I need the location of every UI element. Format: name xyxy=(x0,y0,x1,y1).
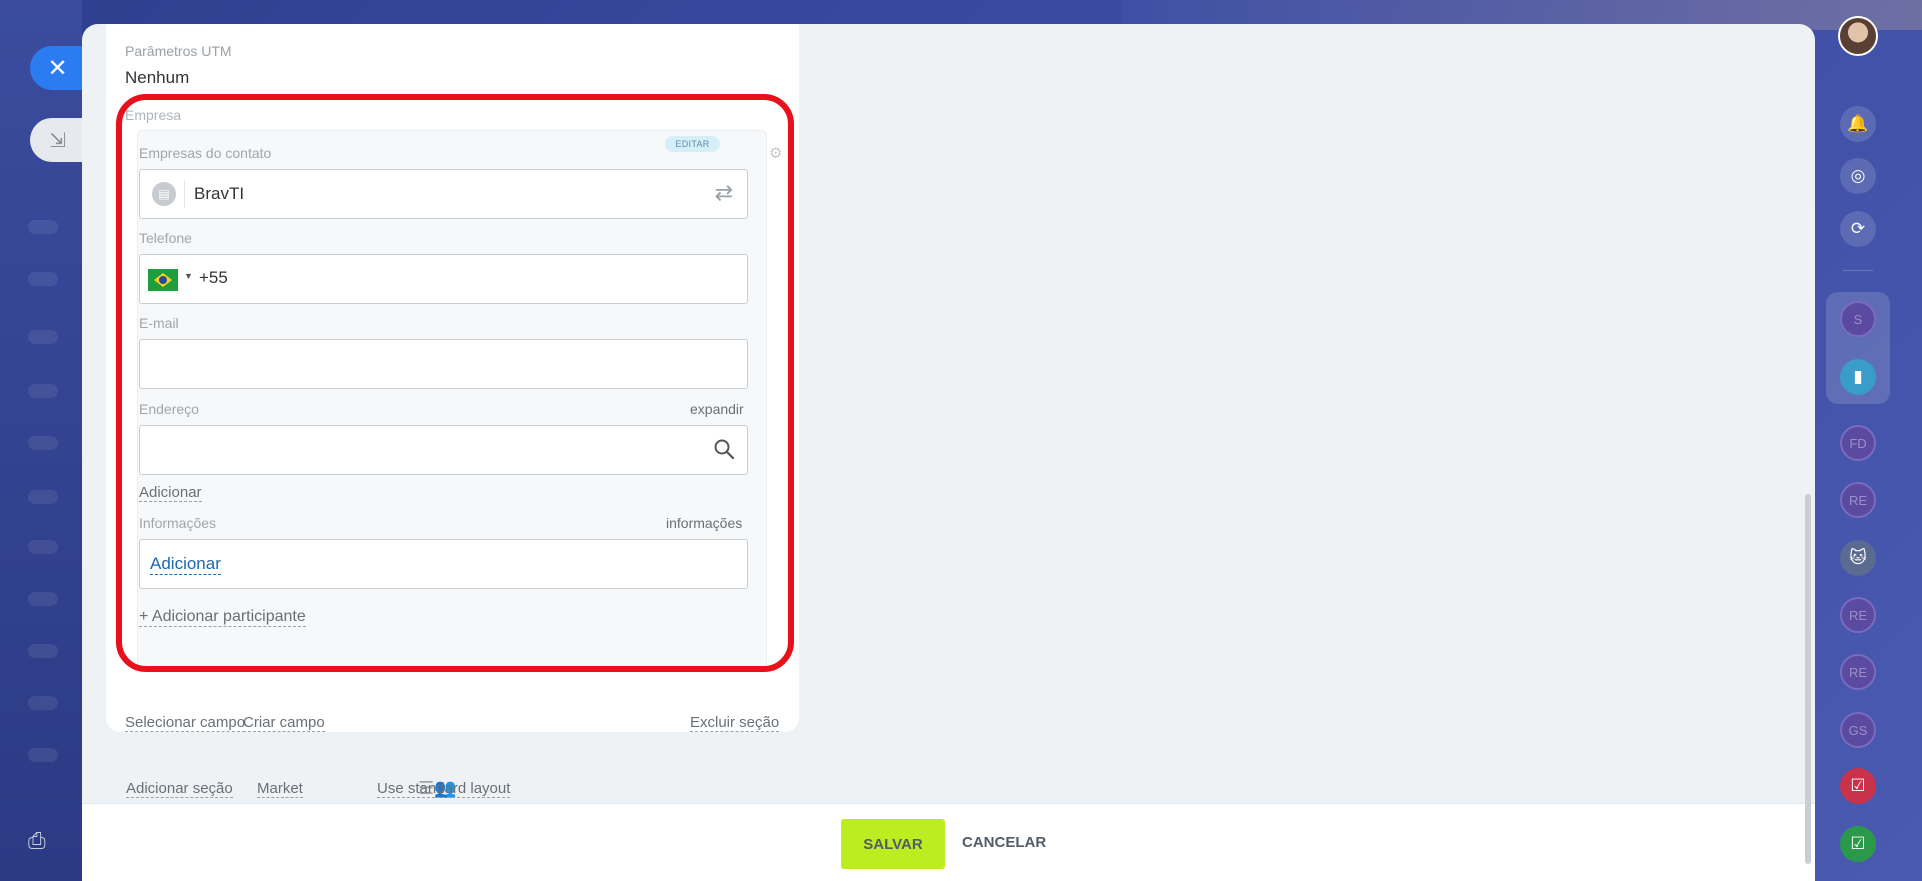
menu-placeholder xyxy=(28,696,58,710)
save-button[interactable]: SALVAR xyxy=(841,819,945,869)
minimize-slider-button[interactable]: ⇲ xyxy=(30,118,85,162)
task-done-icon[interactable]: ☑ xyxy=(1840,826,1876,862)
sync-icon[interactable]: ⟳ xyxy=(1840,211,1876,247)
create-field-link[interactable]: Criar campo xyxy=(243,714,325,732)
market-link[interactable]: Market xyxy=(257,780,303,798)
utm-label: Parâmetros UTM xyxy=(125,43,232,59)
menu-placeholder xyxy=(28,748,58,762)
rail-avatar-re[interactable]: RE xyxy=(1840,654,1876,690)
target-icon[interactable]: ◎ xyxy=(1840,158,1876,194)
menu-placeholder xyxy=(28,220,58,234)
minimize-icon: ⇲ xyxy=(49,129,66,152)
rail-avatar-re[interactable]: RE xyxy=(1840,482,1876,518)
rail-avatar-s[interactable]: S xyxy=(1840,301,1876,337)
close-icon: ✕ xyxy=(47,54,68,82)
menu-placeholder xyxy=(28,436,58,450)
rail-divider xyxy=(1843,270,1873,271)
bookmark-icon[interactable]: ▮ xyxy=(1840,359,1876,395)
add-section-link[interactable]: Adicionar seção xyxy=(126,780,233,798)
cat-avatar-icon[interactable]: 🐱 xyxy=(1840,540,1876,576)
delete-section-link[interactable]: Excluir seção xyxy=(690,714,780,732)
task-check-icon[interactable]: ☑ xyxy=(1840,768,1876,804)
print-icon[interactable]: ⎙ xyxy=(28,828,56,853)
scrollbar[interactable] xyxy=(1805,494,1811,864)
menu-placeholder xyxy=(28,644,58,658)
menu-placeholder xyxy=(28,330,58,344)
highlight-annotation xyxy=(116,94,794,672)
rail-avatar-fd[interactable]: FD xyxy=(1840,425,1876,461)
standard-layout-link[interactable]: Use standard layout xyxy=(377,780,511,798)
utm-value: Nenhum xyxy=(125,68,190,87)
menu-placeholder xyxy=(28,592,58,606)
rail-avatar-gs[interactable]: GS xyxy=(1840,712,1876,748)
user-avatar[interactable] xyxy=(1838,16,1878,56)
menu-placeholder xyxy=(28,272,58,286)
close-slider-button[interactable]: ✕ xyxy=(30,46,85,90)
menu-placeholder xyxy=(28,490,58,504)
select-field-link[interactable]: Selecionar campo xyxy=(125,714,246,732)
action-bar: SALVAR CANCELAR xyxy=(82,803,1815,881)
rail-avatar-re[interactable]: RE xyxy=(1840,597,1876,633)
menu-placeholder xyxy=(28,540,58,554)
cancel-button[interactable]: CANCELAR xyxy=(962,834,1046,851)
bell-icon[interactable]: 🔔 xyxy=(1840,106,1876,142)
menu-placeholder xyxy=(28,384,58,398)
